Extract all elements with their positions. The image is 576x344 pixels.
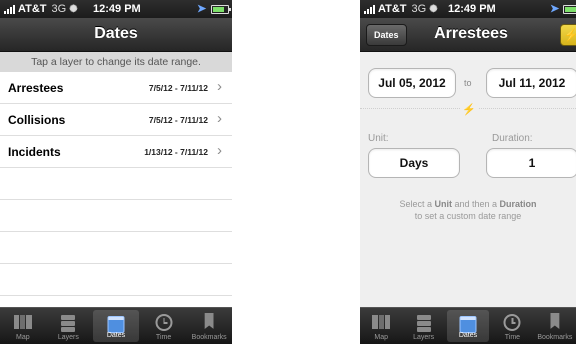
help-text: Select a Unit and then a Duration to set… — [360, 198, 576, 222]
layer-name: Arrestees — [8, 81, 64, 95]
tab-label: Time — [504, 334, 521, 341]
map-icon — [372, 315, 391, 329]
back-button[interactable]: Dates — [366, 24, 407, 46]
tab-dates[interactable]: Dates — [93, 310, 139, 342]
help-text-part: and then a — [451, 199, 500, 209]
signal-icon — [364, 4, 375, 14]
tab-bookmarks[interactable]: Bookmarks — [534, 308, 576, 344]
arrestees-screen: AT&T 3G ✺ 12:49 PM ➤ Arrestees Dates ⚡ J… — [360, 0, 576, 344]
chevron-right-icon: › — [217, 110, 222, 127]
chevron-right-icon: › — [217, 78, 222, 95]
date-range: 7/5/12 - 7/11/12 — [148, 83, 208, 93]
location-arrow-icon: ➤ — [550, 3, 560, 15]
tab-label: Bookmarks — [537, 334, 573, 341]
date-range: 1/13/12 - 7/11/12 — [144, 147, 208, 157]
start-date-field[interactable]: Jul 05, 2012 — [368, 68, 456, 98]
date-range: 7/5/12 - 7/11/12 — [148, 115, 208, 125]
network-type: 3G — [411, 3, 427, 15]
tab-time[interactable]: Time — [491, 308, 533, 344]
tab-label: Dates — [458, 332, 478, 339]
empty-row — [0, 200, 232, 232]
layer-name: Collisions — [8, 113, 66, 127]
tab-layers[interactable]: Layers — [46, 308, 92, 344]
navigation-bar: Dates — [0, 18, 232, 52]
dates-screen: AT&T 3G ✺ 12:49 PM ➤ Dates Tap a layer t… — [0, 0, 232, 344]
empty-row — [0, 264, 232, 296]
layers-icon — [59, 313, 77, 332]
bookmark-icon — [550, 313, 560, 329]
help-text-duration: Duration — [499, 199, 537, 209]
carrier-name: AT&T — [378, 3, 407, 15]
tab-label: Layers — [57, 334, 79, 341]
status-bar: AT&T 3G ✺ 12:49 PM ➤ — [0, 0, 232, 18]
layer-list: Arrestees 7/5/12 - 7/11/12 › Collisions … — [0, 72, 232, 296]
tab-layers[interactable]: Layers — [402, 308, 444, 344]
carrier-name: AT&T — [18, 3, 47, 15]
empty-row — [0, 168, 232, 200]
empty-row — [0, 232, 232, 264]
unit-label: Unit: — [368, 133, 389, 144]
tab-label: Bookmarks — [191, 334, 227, 341]
duration-label: Duration: — [492, 133, 533, 144]
calendar-icon — [459, 316, 477, 333]
help-text-unit: Unit — [434, 199, 452, 209]
status-time: 12:49 PM — [93, 3, 141, 15]
lightning-icon: ⚡ — [460, 103, 478, 116]
tab-map[interactable]: Map — [0, 308, 46, 344]
carrier-group: AT&T 3G ✺ — [364, 3, 438, 15]
chevron-right-icon: › — [217, 142, 222, 159]
map-icon — [13, 315, 32, 329]
activity-spinner-icon: ✺ — [429, 3, 438, 15]
layers-icon — [415, 313, 433, 332]
tab-label: Dates — [106, 332, 126, 339]
calendar-icon — [107, 316, 125, 333]
list-item-arrestees[interactable]: Arrestees 7/5/12 - 7/11/12 › — [0, 72, 232, 104]
hint-text: Tap a layer to change its date range. — [0, 52, 232, 72]
location-arrow-icon: ➤ — [197, 3, 207, 15]
tab-bookmarks[interactable]: Bookmarks — [186, 308, 232, 344]
tab-label: Map — [374, 334, 389, 341]
duration-field[interactable]: 1 — [486, 148, 576, 178]
tab-label: Layers — [413, 334, 435, 341]
network-type: 3G — [51, 3, 67, 15]
carrier-group: AT&T 3G ✺ — [4, 3, 78, 15]
page-title: Dates — [94, 25, 138, 42]
status-bar: AT&T 3G ✺ 12:49 PM ➤ — [360, 0, 576, 18]
bookmark-icon — [204, 313, 214, 329]
clock-icon — [155, 314, 173, 331]
list-item-collisions[interactable]: Collisions 7/5/12 - 7/11/12 › — [0, 104, 232, 136]
tab-dates[interactable]: Dates — [446, 310, 490, 342]
tab-time[interactable]: Time — [141, 308, 187, 344]
tab-label: Map — [15, 334, 30, 341]
help-text-line2: to set a custom date range — [414, 211, 522, 221]
clock-icon — [503, 314, 521, 331]
unit-field[interactable]: Days — [368, 148, 460, 178]
flash-button[interactable]: ⚡ — [560, 24, 576, 46]
battery-icon — [211, 5, 231, 14]
layer-name: Incidents — [8, 145, 61, 159]
tab-label: Time — [155, 334, 172, 341]
help-text-part: Select a — [399, 199, 435, 209]
tab-map[interactable]: Map — [360, 308, 402, 344]
status-time: 12:49 PM — [448, 3, 496, 15]
list-item-incidents[interactable]: Incidents 1/13/12 - 7/11/12 › — [0, 136, 232, 168]
lightning-icon: ⚡ — [563, 28, 576, 42]
tab-bar: Map Layers Dates Time Bookmarks — [0, 307, 232, 344]
tab-bar: Map Layers Dates Time Bookmarks — [360, 307, 576, 344]
activity-spinner-icon: ✺ — [69, 3, 78, 15]
end-date-field[interactable]: Jul 11, 2012 — [486, 68, 576, 98]
battery-icon — [563, 5, 576, 14]
to-label: to — [464, 78, 472, 88]
signal-icon — [4, 4, 15, 14]
